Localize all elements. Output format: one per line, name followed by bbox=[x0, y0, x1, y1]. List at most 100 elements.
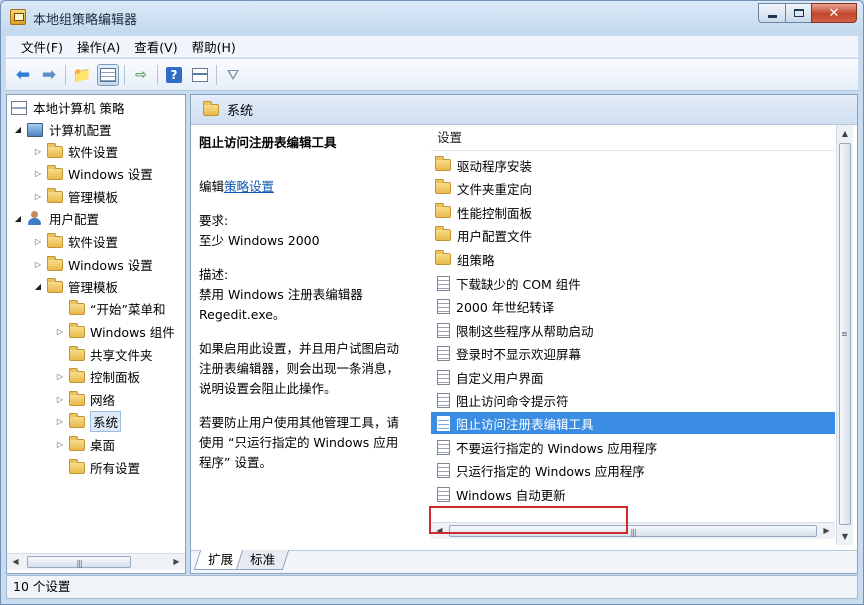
tree-item-label: 管理模板 bbox=[68, 190, 119, 205]
list-item-setting[interactable]: 登录时不显示欢迎屏幕 bbox=[431, 342, 835, 364]
tree-item-control-panel[interactable]: ▷ 控制面板 bbox=[55, 366, 140, 387]
tree-item-label: Windows 设置 bbox=[68, 258, 153, 273]
tree-item-user-admin-templates[interactable]: ◢ 管理模板 bbox=[33, 276, 118, 297]
tree-item-local-computer-policy[interactable]: 本地计算机 策略 bbox=[11, 97, 124, 118]
collapse-arrow-icon[interactable]: ▷ bbox=[33, 237, 43, 246]
tree-item-user-windows-settings[interactable]: ▷ Windows 设置 bbox=[33, 254, 153, 275]
menu-file[interactable]: 文件(F) bbox=[14, 37, 70, 56]
list-item-setting[interactable]: Windows 自动更新 bbox=[431, 483, 835, 505]
export-list-icon: ⇨ bbox=[135, 66, 147, 83]
folder-icon bbox=[69, 345, 85, 361]
close-button[interactable]: ✕ bbox=[811, 3, 857, 23]
requirements-label: 要求: bbox=[199, 213, 229, 228]
tree-item-user-config[interactable]: ◢ 用户配置 bbox=[13, 208, 99, 229]
description-line: Regedit.exe。 bbox=[199, 307, 286, 322]
collapse-arrow-icon[interactable]: ▷ bbox=[55, 395, 65, 404]
tree-item-user-software-settings[interactable]: ▷ 软件设置 bbox=[33, 231, 118, 252]
console-tree[interactable]: 本地计算机 策略 ◢ 计算机配置 ▷ 软件设置 ▷ Windows 设置 ▷ 管… bbox=[6, 94, 186, 574]
tree-item-label: 网络 bbox=[90, 393, 116, 408]
minimize-button[interactable] bbox=[758, 3, 785, 23]
collapse-arrow-icon[interactable]: ▷ bbox=[33, 260, 43, 269]
expand-arrow-icon[interactable]: ◢ bbox=[13, 214, 23, 223]
policy-setting-icon bbox=[437, 415, 450, 431]
list-item-label: 限制这些程序从帮助启动 bbox=[456, 323, 594, 339]
list-item-setting[interactable]: 不要运行指定的 Windows 应用程序 bbox=[431, 436, 835, 458]
folder-icon bbox=[435, 156, 451, 171]
tree-item-shared-folders[interactable]: 共享文件夹 bbox=[69, 344, 153, 365]
list-item-setting[interactable]: 只运行指定的 Windows 应用程序 bbox=[431, 459, 835, 481]
list-item-folder[interactable]: 性能控制面板 bbox=[431, 201, 835, 223]
tree-item-system[interactable]: ▷ 系统 bbox=[55, 411, 122, 432]
scroll-down-icon[interactable]: ▼ bbox=[838, 529, 852, 544]
properties-button[interactable] bbox=[189, 64, 211, 86]
up-one-level-button[interactable]: 📁 bbox=[71, 64, 93, 86]
details-pane: 系统 阻止访问注册表编辑工具 编辑策略设置 要求: 至少 Windows 200… bbox=[190, 94, 858, 574]
scrollbar-thumb[interactable]: ≡ bbox=[839, 143, 851, 525]
scroll-up-icon[interactable]: ▲ bbox=[838, 126, 852, 141]
list-vertical-scrollbar[interactable]: ▲ ≡ ▼ bbox=[836, 125, 853, 545]
scrollbar-thumb[interactable]: ||| bbox=[27, 556, 131, 568]
menu-help[interactable]: 帮助(H) bbox=[185, 37, 243, 56]
tree-item-desktop[interactable]: ▷ 桌面 bbox=[55, 434, 115, 455]
collapse-arrow-icon[interactable]: ▷ bbox=[33, 192, 43, 201]
edit-policy-link[interactable]: 策略设置 bbox=[224, 179, 274, 194]
back-button[interactable]: ⬅ bbox=[12, 64, 34, 86]
tree-item-label: 管理模板 bbox=[68, 280, 119, 295]
collapse-arrow-icon[interactable]: ▷ bbox=[55, 440, 65, 449]
menu-action[interactable]: 操作(A) bbox=[70, 37, 127, 56]
help-button[interactable]: ? bbox=[163, 64, 185, 86]
collapse-arrow-icon[interactable]: ▷ bbox=[55, 327, 65, 336]
collapse-arrow-icon[interactable]: ▷ bbox=[55, 417, 65, 426]
tree-item-windows-components[interactable]: ▷ Windows 组件 bbox=[55, 321, 175, 342]
list-item-folder[interactable]: 用户配置文件 bbox=[431, 224, 835, 246]
menu-view[interactable]: 查看(V) bbox=[127, 37, 184, 56]
description-line: 若要防止用户使用其他管理工具，请 bbox=[199, 415, 400, 430]
maximize-icon bbox=[793, 9, 804, 17]
tree-item-label: 所有设置 bbox=[90, 461, 141, 476]
collapse-arrow-icon[interactable]: ▷ bbox=[33, 169, 43, 178]
list-item-setting[interactable]: 限制这些程序从帮助启动 bbox=[431, 319, 835, 341]
scroll-left-icon[interactable]: ◀ bbox=[8, 555, 23, 569]
list-item-setting-selected[interactable]: 阻止访问注册表编辑工具 bbox=[431, 412, 835, 434]
title-bar[interactable]: 本地组策略编辑器 ✕ bbox=[1, 1, 863, 35]
list-item-setting[interactable]: 自定义用户界面 bbox=[431, 366, 835, 388]
tree-item-computer-admin-templates[interactable]: ▷ 管理模板 bbox=[33, 186, 118, 207]
maximize-button[interactable] bbox=[785, 3, 811, 23]
export-list-button[interactable]: ⇨ bbox=[130, 64, 152, 86]
settings-list[interactable]: 设置 驱动程序安装 文件夹重定向 性能控制面板 用户配置文件 组策略 下载缺少的… bbox=[431, 125, 835, 545]
tree-item-computer-software-settings[interactable]: ▷ 软件设置 bbox=[33, 141, 118, 162]
folder-icon bbox=[435, 250, 451, 265]
tree-item-start-menu[interactable]: “开始”菜单和 bbox=[69, 298, 165, 319]
forward-button[interactable]: ➡ bbox=[38, 64, 60, 86]
scroll-right-icon[interactable]: ▶ bbox=[169, 555, 184, 569]
folder-icon bbox=[69, 435, 85, 451]
scroll-right-icon[interactable]: ▶ bbox=[819, 524, 834, 538]
tree-item-label: 软件设置 bbox=[68, 235, 119, 250]
folder-icon bbox=[47, 255, 63, 271]
expand-arrow-icon[interactable]: ◢ bbox=[13, 125, 23, 134]
tree-item-computer-windows-settings[interactable]: ▷ Windows 设置 bbox=[33, 163, 153, 184]
list-item-setting[interactable]: 阻止访问命令提示符 bbox=[431, 389, 835, 411]
collapse-arrow-icon[interactable]: ▷ bbox=[33, 147, 43, 156]
show-hide-tree-button[interactable] bbox=[97, 63, 119, 86]
expand-arrow-icon[interactable]: ◢ bbox=[33, 282, 43, 291]
list-item-folder[interactable]: 文件夹重定向 bbox=[431, 177, 835, 199]
list-item-setting[interactable]: 下载缺少的 COM 组件 bbox=[431, 272, 835, 294]
tree-item-network[interactable]: ▷ 网络 bbox=[55, 389, 115, 410]
tab-standard[interactable]: 标准 bbox=[235, 550, 290, 570]
tree-item-computer-config[interactable]: ◢ 计算机配置 bbox=[13, 119, 112, 140]
tree-item-all-settings[interactable]: 所有设置 bbox=[69, 457, 140, 478]
collapse-arrow-icon[interactable]: ▷ bbox=[55, 372, 65, 381]
help-icon: ? bbox=[166, 66, 182, 83]
list-item-folder[interactable]: 驱动程序安装 bbox=[431, 154, 835, 176]
policy-setting-icon bbox=[437, 486, 450, 502]
list-item-folder[interactable]: 组策略 bbox=[431, 248, 835, 270]
folder-icon bbox=[47, 187, 63, 203]
toolbar-separator bbox=[216, 64, 217, 85]
requirements-value: 至少 Windows 2000 bbox=[199, 233, 320, 248]
list-item-setting[interactable]: 2000 年世纪转译 bbox=[431, 295, 835, 317]
column-header-setting[interactable]: 设置 bbox=[431, 125, 835, 151]
tree-horizontal-scrollbar[interactable]: ◀ ||| ▶ bbox=[7, 553, 185, 570]
filter-button[interactable]: ⛛ bbox=[222, 64, 244, 86]
